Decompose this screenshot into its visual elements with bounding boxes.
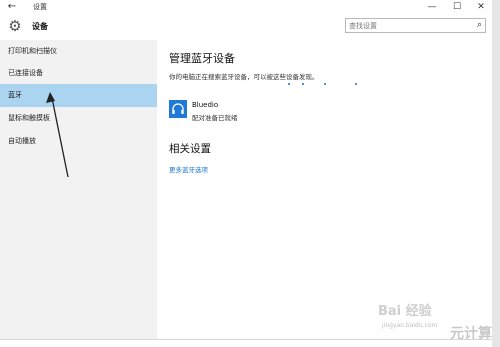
settings-window: ← 设置 — ☐ ✕ ⚙ 设备 ⌕ 打印机和扫描仪 已连接设备 蓝牙 鼠标和触摸…: [0, 0, 493, 340]
watermark-url: jingyan.baidu.com: [382, 322, 438, 329]
watermark-brand: Bai 经验: [378, 304, 432, 319]
gear-icon: ⚙: [8, 17, 22, 35]
back-icon[interactable]: ←: [5, 1, 19, 13]
watermark-corner: 元计算: [450, 326, 492, 342]
window-title: 设置: [33, 3, 47, 11]
section-title: 管理蓝牙设备: [169, 52, 235, 65]
sidebar-item-connected-devices[interactable]: 已连接设备: [0, 62, 157, 85]
page-title: 设备: [32, 22, 48, 31]
sidebar-item-bluetooth[interactable]: 蓝牙: [0, 84, 157, 107]
sidebar-item-autoplay[interactable]: 自动播放: [0, 130, 157, 153]
search-icon[interactable]: ⌕: [477, 20, 482, 31]
sidebar-item-printers[interactable]: 打印机和扫描仪: [0, 40, 157, 63]
searching-progress-dots: [288, 83, 358, 87]
search-description: 你的电脑正在搜索蓝牙设备，可以被这些设备发现。: [169, 73, 319, 81]
minimize-icon[interactable]: —: [421, 0, 443, 14]
search-box[interactable]: ⌕: [345, 18, 486, 33]
search-input[interactable]: [349, 20, 467, 31]
more-bluetooth-options-link[interactable]: 更多蓝牙选项: [169, 164, 208, 174]
device-item-bluedio[interactable]: Bluedio 配对准备已就绪: [169, 100, 279, 122]
close-icon[interactable]: ✕: [470, 0, 492, 14]
sidebar-item-mouse-touchpad[interactable]: 鼠标和触摸板: [0, 107, 157, 130]
title-bar: ← 设置 — ☐ ✕: [0, 0, 492, 14]
device-status: 配对准备已就绪: [192, 114, 238, 122]
headset-icon: [169, 100, 187, 118]
sidebar: 打印机和扫描仪 已连接设备 蓝牙 鼠标和触摸板 自动播放: [0, 40, 157, 339]
page-scrollbar[interactable]: [492, 0, 500, 347]
maximize-icon[interactable]: ☐: [446, 0, 468, 14]
related-settings-title: 相关设置: [169, 143, 211, 155]
main-content: 管理蓝牙设备 你的电脑正在搜索蓝牙设备，可以被这些设备发现。 Bluedio 配…: [157, 40, 492, 339]
device-name: Bluedio: [192, 101, 219, 109]
